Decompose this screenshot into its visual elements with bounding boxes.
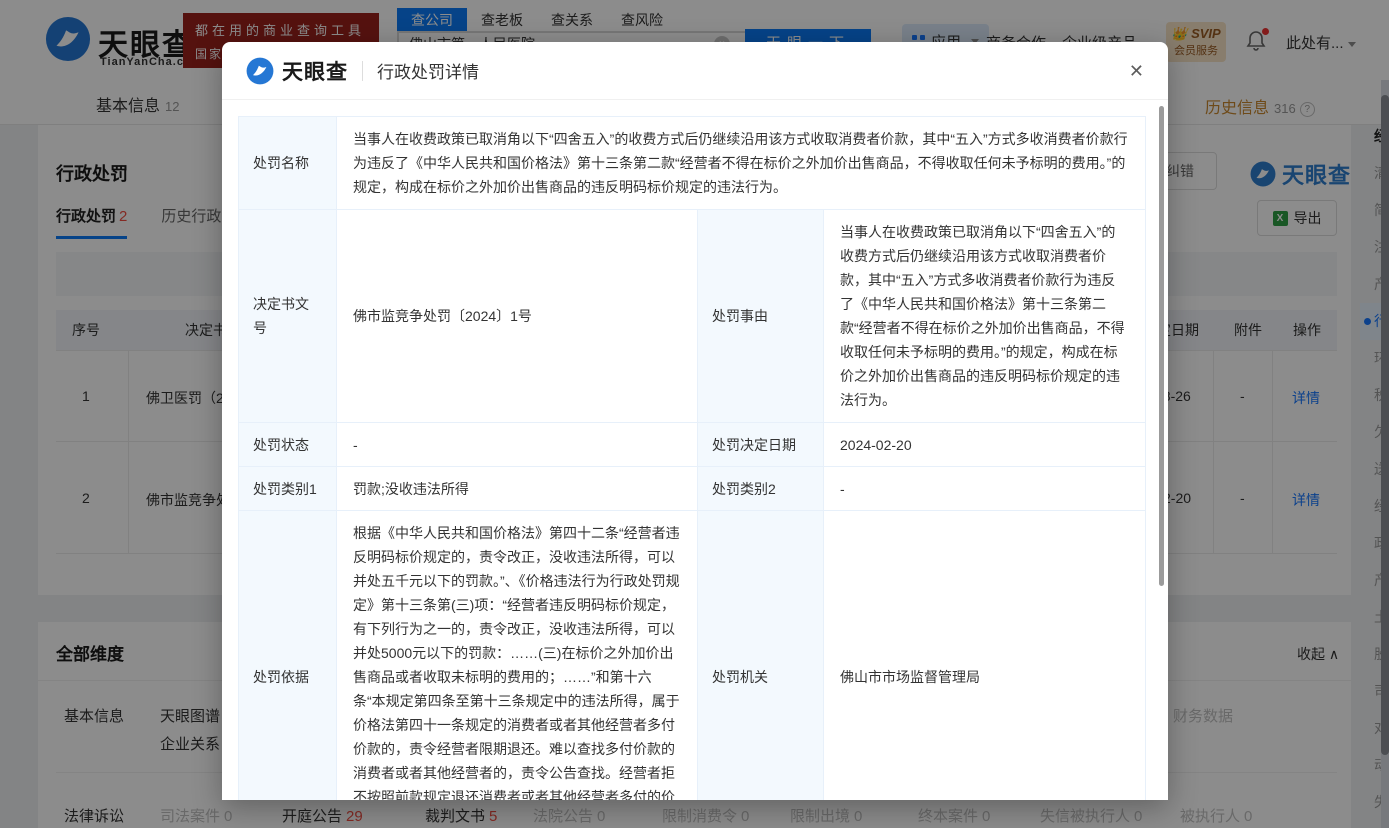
modal-scrollbar-thumb[interactable] [1159, 106, 1164, 586]
field-value-decision-date: 2024-02-20 [824, 423, 1146, 467]
field-label-penalty-name: 处罚名称 [238, 116, 337, 210]
field-label-basis: 处罚依据 [238, 511, 337, 800]
field-label-category1: 处罚类别1 [238, 467, 337, 511]
detail-row-basis-authority: 处罚依据 根据《中华人民共和国价格法》第四十二条“经营者违反明码标价规定的，责令… [238, 511, 1150, 800]
penalty-detail-modal: 天眼查 行政处罚详情 ✕ 处罚名称 当事人在收费政策已取消角以下“四舍五入”的收… [222, 42, 1168, 800]
detail-row-status-date: 处罚状态 - 处罚决定日期 2024-02-20 [238, 423, 1150, 467]
modal-title: 行政处罚详情 [377, 58, 479, 83]
field-label-decision-date: 处罚决定日期 [698, 423, 824, 467]
modal-brand: 天眼查 [282, 56, 348, 86]
tianyancha-logo-icon [246, 57, 274, 85]
field-value-doc-no: 佛市监竞争处罚〔2024〕1号 [337, 210, 698, 423]
field-label-category2: 处罚类别2 [698, 467, 824, 511]
field-value-penalty-name: 当事人在收费政策已取消角以下“四舍五入”的收费方式后仍继续沿用该方式收取消费者价… [337, 116, 1146, 210]
detail-row-categories: 处罚类别1 罚款;没收违法所得 处罚类别2 - [238, 467, 1150, 511]
field-value-category1: 罚款;没收违法所得 [337, 467, 698, 511]
field-value-category2: - [824, 467, 1146, 511]
modal-body: 处罚名称 当事人在收费政策已取消角以下“四舍五入”的收费方式后仍继续沿用该方式收… [222, 100, 1168, 800]
field-value-reason: 当事人在收费政策已取消角以下“四舍五入”的收费方式后仍继续沿用该方式收取消费者价… [824, 210, 1146, 423]
field-label-status: 处罚状态 [238, 423, 337, 467]
close-icon[interactable]: ✕ [1129, 62, 1144, 80]
field-label-authority: 处罚机关 [698, 511, 824, 800]
field-value-basis: 根据《中华人民共和国价格法》第四十二条“经营者违反明码标价规定的，责令改正，没收… [337, 511, 698, 800]
modal-header: 天眼查 行政处罚详情 ✕ [222, 42, 1168, 100]
detail-row-name: 处罚名称 当事人在收费政策已取消角以下“四舍五入”的收费方式后仍继续沿用该方式收… [238, 116, 1150, 210]
detail-row-docno-reason: 决定书文号 佛市监竞争处罚〔2024〕1号 处罚事由 当事人在收费政策已取消角以… [238, 210, 1150, 423]
field-label-doc-no: 决定书文号 [238, 210, 337, 423]
field-value-status: - [337, 423, 698, 467]
field-value-authority: 佛山市市场监督管理局 [824, 511, 1146, 800]
field-label-reason: 处罚事由 [698, 210, 824, 423]
divider [362, 61, 363, 81]
penalty-detail-table: 处罚名称 当事人在收费政策已取消角以下“四舍五入”的收费方式后仍继续沿用该方式收… [238, 116, 1150, 800]
